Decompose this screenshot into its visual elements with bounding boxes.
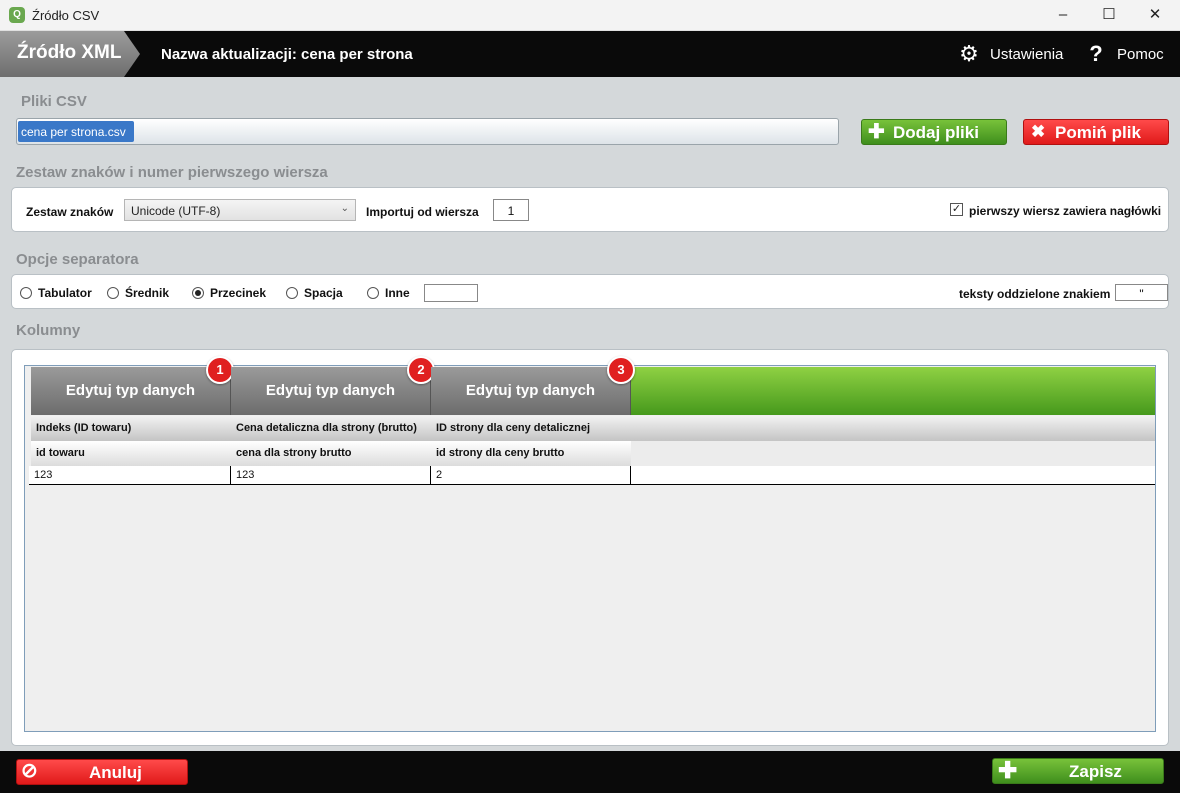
separator-section-title: Opcje separatora <box>16 251 139 268</box>
app-header: Źródło XML Nazwa aktualizacji: cena per … <box>0 31 1180 77</box>
cell-value-3[interactable]: 2 <box>431 466 631 484</box>
other-separator-input[interactable] <box>424 284 478 302</box>
prohibited-icon: ⊘ <box>21 760 38 782</box>
column-badge-1: 1 <box>206 356 234 384</box>
radio-przecinek[interactable] <box>192 287 204 299</box>
cancel-label: Anuluj <box>89 763 142 782</box>
column-type-1: Indeks (ID towaru) <box>36 422 132 434</box>
skip-file-button[interactable]: ✖ Pomiń plik <box>1023 119 1169 145</box>
edit-type-button-2[interactable]: Edytuj typ danych 2 <box>231 356 435 415</box>
quote-label: teksty oddzielone znakiem <box>959 287 1111 301</box>
skip-file-label: Pomiń plik <box>1055 123 1141 142</box>
radio-spacja-label: Spacja <box>304 286 343 300</box>
columns-section-title: Kolumny <box>16 322 81 339</box>
table-row: 123 123 2 <box>29 466 1155 485</box>
radio-tabulator-label: Tabulator <box>38 286 92 300</box>
save-button[interactable]: ✚ Zapisz <box>992 758 1164 784</box>
minimize-button[interactable]: – <box>1040 0 1086 31</box>
edit-type-button-1[interactable]: Edytuj typ danych 1 <box>31 356 234 415</box>
help-link[interactable]: ? Pomoc <box>1084 41 1169 67</box>
column-header-3: id strony dla ceny brutto <box>436 447 565 459</box>
maximize-button[interactable]: ☐ <box>1086 0 1132 31</box>
edit-type-label: Edytuj typ danych <box>265 382 396 399</box>
radio-srednik-label: Średnik <box>125 286 170 300</box>
column-type-2: Cena detaliczna dla strony (brutto) <box>236 422 417 434</box>
window-title: Źródło CSV <box>32 8 100 23</box>
radio-spacja[interactable] <box>286 287 298 299</box>
radio-przecinek-label: Przecinek <box>210 286 267 300</box>
column-header-2: cena dla strony brutto <box>236 447 352 459</box>
header-row-checkbox[interactable]: ✓ <box>950 203 963 216</box>
close-window-button[interactable]: ✕ <box>1132 0 1178 31</box>
gear-icon: ⚙ <box>959 41 979 66</box>
files-section-title: Pliki CSV <box>21 93 87 110</box>
column-header-1: id towaru <box>36 447 85 459</box>
footer-bar: ⊘ Anuluj ✚ Zapisz <box>0 751 1180 793</box>
column-type-3: ID strony dla ceny detalicznej <box>436 422 591 434</box>
edit-type-label: Edytuj typ danych <box>65 382 196 399</box>
brand-breadcrumb[interactable]: Źródło XML <box>0 31 140 77</box>
cell-value-2[interactable]: 123 <box>231 466 431 484</box>
settings-link[interactable]: ⚙ Ustawienia <box>957 41 1067 67</box>
columns-grid: Edytuj typ danych 1 Edytuj typ danych 2 … <box>24 356 1156 732</box>
import-from-label: Importuj od wiersza <box>366 205 479 219</box>
settings-label: Ustawienia <box>990 46 1064 63</box>
plus-icon: ✚ <box>868 121 885 143</box>
charset-label: Zestaw znaków <box>26 205 114 219</box>
charset-select[interactable]: Unicode (UTF-8) ⌄ <box>124 199 356 221</box>
cancel-button[interactable]: ⊘ Anuluj <box>16 759 188 785</box>
edit-type-button-3[interactable]: Edytuj typ danych 3 <box>431 356 635 415</box>
column-type-row: Indeks (ID towaru) Cena detaliczna dla s… <box>31 416 1155 441</box>
question-mark-icon: ? <box>1089 41 1103 66</box>
column-header-row: id towaru cena dla strony brutto id stro… <box>31 441 1155 466</box>
update-title: Nazwa aktualizacji: cena per strona <box>161 46 413 63</box>
cell-value-1[interactable]: 123 <box>29 466 231 484</box>
app-icon: Q <box>9 7 25 23</box>
add-files-label: Dodaj pliki <box>893 123 979 142</box>
charset-select-value: Unicode (UTF-8) <box>131 204 221 218</box>
radio-inne-label: Inne <box>385 286 410 300</box>
header-row-label: pierwszy wiersz zawiera nagłówki <box>969 204 1162 218</box>
radio-srednik[interactable] <box>107 287 119 299</box>
import-from-input[interactable]: 1 <box>493 199 529 221</box>
window-titlebar: Q Źródło CSV – ☐ ✕ <box>0 0 1180 31</box>
quote-char-input[interactable]: " <box>1115 284 1168 301</box>
add-files-button[interactable]: ✚ Dodaj pliki <box>861 119 1007 145</box>
radio-tabulator[interactable] <box>20 287 32 299</box>
chevron-down-icon: ⌄ <box>340 203 349 214</box>
plus-icon: ✚ <box>998 757 1018 783</box>
column-badge-3: 3 <box>607 356 635 384</box>
x-icon: ✖ <box>1031 122 1046 141</box>
radio-inne[interactable] <box>367 287 379 299</box>
help-label: Pomoc <box>1117 46 1164 63</box>
charset-panel: Zestaw znaków Unicode (UTF-8) ⌄ Importuj… <box>11 187 1169 232</box>
save-label: Zapisz <box>1069 762 1122 781</box>
file-list[interactable]: cena per strona.csv <box>16 118 839 145</box>
charset-section-title: Zestaw znaków i numer pierwszego wiersza <box>16 164 328 181</box>
edit-type-label: Edytuj typ danych <box>465 382 596 399</box>
selected-file[interactable]: cena per strona.csv <box>18 121 134 142</box>
separator-panel: Tabulator Średnik Przecinek Spacja Inne … <box>11 274 1169 309</box>
